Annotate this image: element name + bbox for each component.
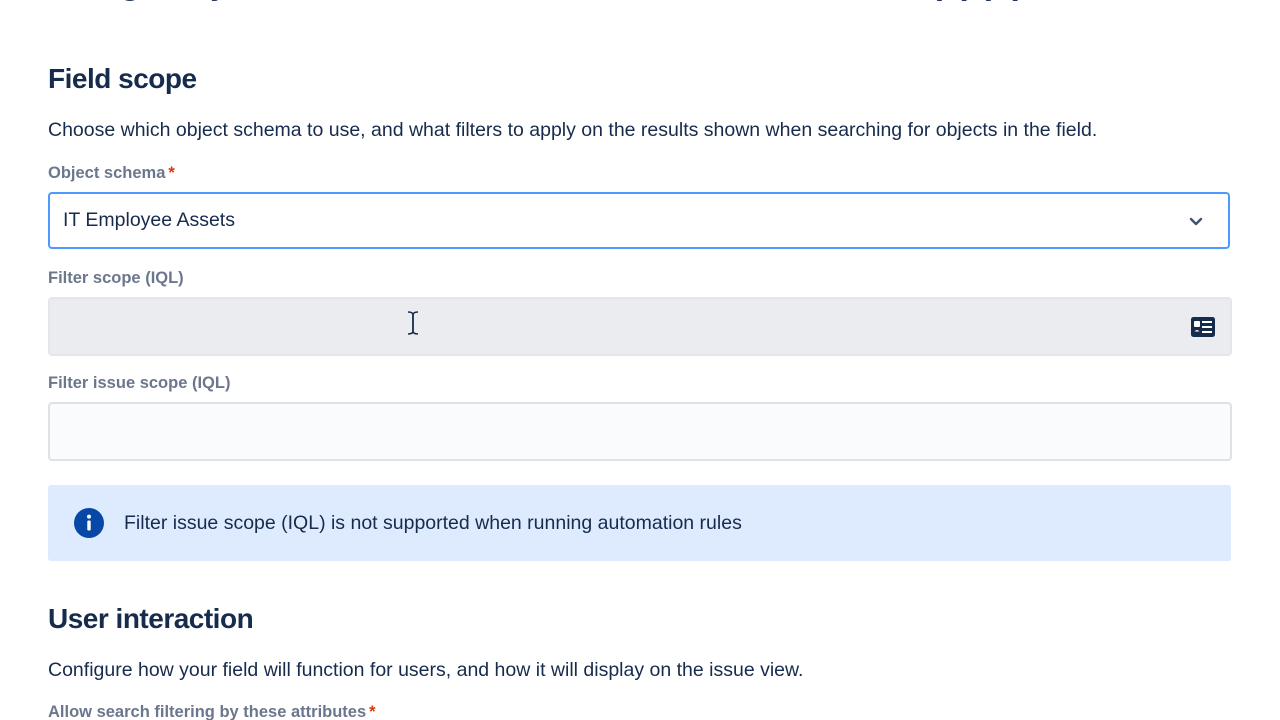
- field-configuration-page: Assign objects to this Assets custom fie…: [0, 0, 1280, 720]
- filter-scope-input[interactable]: [50, 299, 1230, 354]
- object-schema-label: Object schema *: [48, 164, 175, 183]
- user-interaction-description: Configure how your field will function f…: [48, 659, 804, 681]
- filter-scope-label: Filter scope (IQL): [48, 269, 184, 287]
- search-attributes-label-text: Allow search filtering by these attribut…: [48, 703, 367, 720]
- required-marker: *: [168, 164, 175, 182]
- filter-issue-scope-label: Filter issue scope (IQL): [48, 374, 231, 392]
- field-scope-description: Choose which object schema to use, and w…: [48, 119, 1098, 141]
- text-cursor-icon: [407, 311, 419, 335]
- chevron-down-icon: [1189, 217, 1203, 226]
- field-scope-title: Field scope: [48, 63, 197, 94]
- object-schema-label-text: Object schema: [48, 164, 166, 182]
- search-attributes-label: Allow search filtering by these attribut…: [48, 703, 376, 720]
- info-banner: Filter issue scope (IQL) is not supporte…: [48, 485, 1231, 561]
- filter-issue-scope-field[interactable]: [48, 402, 1232, 461]
- object-schema-select[interactable]: IT Employee Assets: [48, 192, 1230, 249]
- info-banner-text: Filter issue scope (IQL) is not supporte…: [124, 512, 742, 534]
- required-marker: *: [369, 703, 376, 720]
- filter-scope-field[interactable]: [48, 297, 1232, 356]
- editor-icon[interactable]: [1190, 316, 1216, 338]
- object-schema-value: IT Employee Assets: [63, 209, 235, 231]
- user-interaction-title: User interaction: [48, 603, 254, 634]
- filter-issue-scope-input[interactable]: [50, 404, 1230, 459]
- info-icon: [74, 508, 104, 538]
- page-heading-partial: Assign objects to this Assets custom fie…: [48, 0, 1232, 8]
